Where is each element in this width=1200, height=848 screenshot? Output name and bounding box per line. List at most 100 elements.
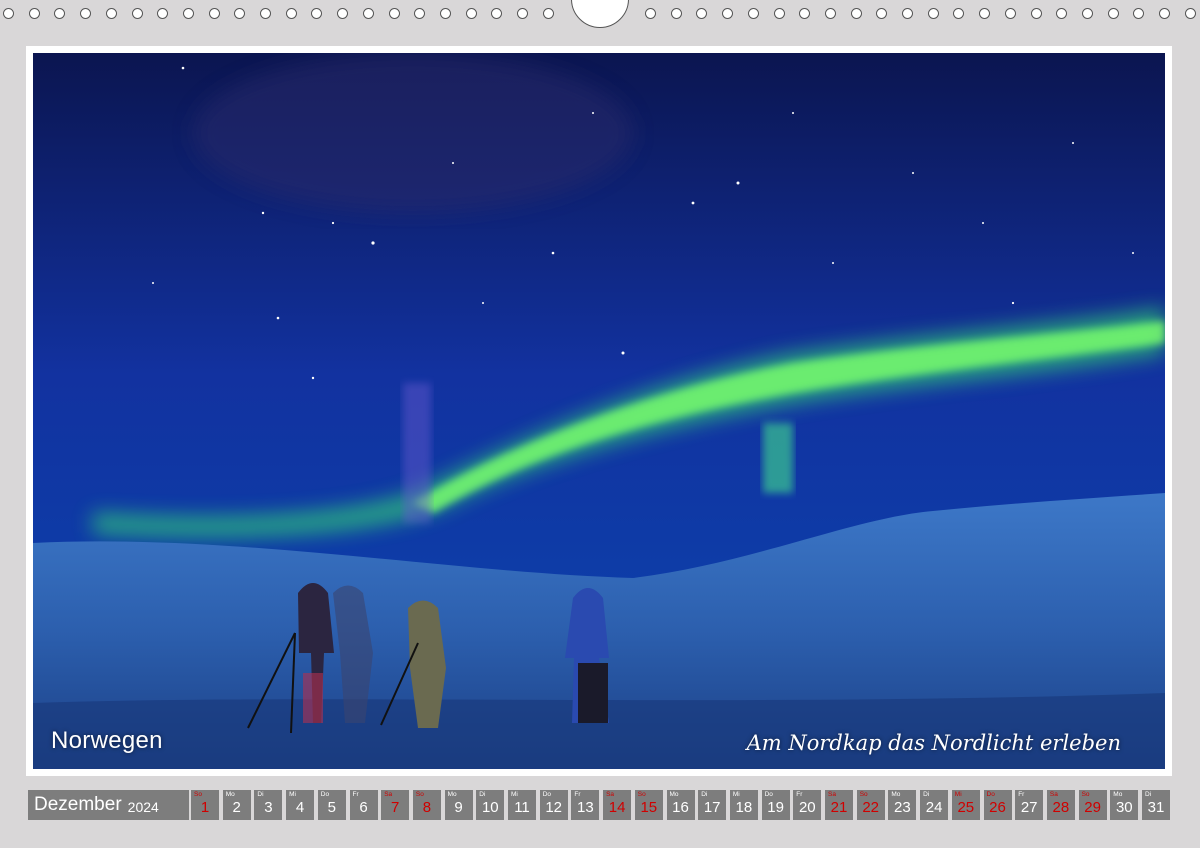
binding-ring <box>337 8 349 19</box>
day-weekday: So <box>859 791 868 798</box>
day-weekday: Mi <box>511 791 518 798</box>
day-number: 10 <box>481 799 499 816</box>
binding-ring <box>799 8 811 19</box>
day-number: 2 <box>232 799 241 816</box>
aurora-photo: Norwegen Am Nordkap das Nordlicht erlebe… <box>33 53 1165 769</box>
day-weekday: Di <box>479 791 486 798</box>
day-weekday: Do <box>542 791 551 798</box>
binding-ring <box>1107 8 1119 19</box>
binding-ring <box>876 8 888 19</box>
calendar-day: Sa 7 <box>381 790 410 820</box>
binding-ring <box>542 8 554 19</box>
calendar-day: Mo 9 <box>444 790 473 820</box>
day-weekday: Di <box>923 791 930 798</box>
day-number: 1 <box>200 799 210 816</box>
binding-ring <box>850 8 862 19</box>
calendar-day: Fr 6 <box>349 790 378 820</box>
caption-country: Norwegen <box>51 727 163 754</box>
day-number: 9 <box>454 799 463 816</box>
caption-title: Am Nordkap das Nordlicht erleben <box>746 731 1121 755</box>
month-year: 2024 <box>127 798 159 815</box>
day-number: 25 <box>957 799 975 816</box>
binding-ring <box>1081 8 1093 19</box>
calendar-day: Fr 27 <box>1015 790 1044 820</box>
binding-ring <box>285 8 297 19</box>
day-weekday: Di <box>1145 791 1152 798</box>
calendar-day: Mi 4 <box>286 790 315 820</box>
binding-ring <box>1159 8 1170 19</box>
binding-ring <box>1004 8 1016 19</box>
day-weekday: Sa <box>606 791 615 798</box>
day-number: 16 <box>672 799 689 816</box>
day-weekday: So <box>1081 791 1090 798</box>
binding-ring <box>491 8 503 19</box>
binding-ring <box>362 8 374 19</box>
month-name: Dezember <box>34 794 122 815</box>
day-number: 23 <box>894 799 911 816</box>
calendar-strip: Dezember 2024 So 1 Mo 2 Di 3 Mi 4 Do 5 Fr 6 Sa 7 So 8 Mo… <box>28 790 1172 820</box>
binding-ring <box>414 8 426 19</box>
binding-ring <box>979 8 991 19</box>
binding-ring <box>824 8 836 19</box>
day-number: 11 <box>514 799 530 816</box>
day-weekday: Do <box>764 791 773 798</box>
day-number: 6 <box>359 799 368 816</box>
day-number: 21 <box>830 799 848 816</box>
day-number: 17 <box>703 799 721 816</box>
day-weekday: So <box>415 791 424 798</box>
calendar-day: Sa 14 <box>603 790 632 820</box>
day-weekday: So <box>194 791 202 798</box>
hanger-hole <box>571 0 629 28</box>
day-weekday: Mi <box>289 791 296 798</box>
calendar-day: So 8 <box>412 790 441 820</box>
day-number: 13 <box>577 799 594 816</box>
aurora-illustration <box>33 53 1165 769</box>
calendar-day: Fr 20 <box>793 790 822 820</box>
calendar-day: Fr 13 <box>571 790 600 820</box>
day-weekday: Sa <box>1049 791 1058 798</box>
binding-ring <box>388 8 400 19</box>
photo-frame: Norwegen Am Nordkap das Nordlicht erlebe… <box>26 46 1172 776</box>
day-weekday: Fr <box>796 791 803 798</box>
calendar-day: Di 3 <box>254 790 283 820</box>
day-number: 31 <box>1147 799 1165 816</box>
calendar-day: So 1 <box>191 790 219 820</box>
day-weekday: Di <box>701 791 708 798</box>
binding-ring <box>696 8 708 19</box>
calendar-day: Do 5 <box>317 790 346 820</box>
binding-ring <box>131 8 143 19</box>
binding-ring <box>773 8 785 19</box>
day-weekday: Mo <box>669 791 679 798</box>
day-weekday: So <box>637 791 646 798</box>
month-label: Dezember 2024 <box>28 790 189 820</box>
calendar-day: Sa 21 <box>825 790 853 820</box>
day-weekday: Mo <box>447 791 457 798</box>
day-number: 20 <box>798 799 816 816</box>
calendar-day: So 29 <box>1078 790 1107 820</box>
binding-ring <box>927 8 939 19</box>
binding-ring <box>157 8 169 19</box>
binding-ring <box>182 8 194 19</box>
day-number: 8 <box>422 799 432 816</box>
day-weekday: Mo <box>1113 791 1123 798</box>
binding-rings <box>0 0 1200 30</box>
day-weekday: Do <box>986 791 995 798</box>
binding-ring <box>465 8 477 19</box>
binding-ring <box>28 8 40 19</box>
day-weekday: Do <box>320 791 330 798</box>
day-number: 5 <box>327 799 336 816</box>
day-number: 18 <box>735 799 753 816</box>
day-number: 24 <box>925 799 943 816</box>
day-weekday: Fr <box>352 791 359 798</box>
calendar-day: Di 24 <box>920 790 949 820</box>
calendar-day: So 22 <box>856 790 885 820</box>
calendar-day: Sa 28 <box>1046 790 1075 820</box>
calendar-day: Mi 25 <box>951 790 980 820</box>
day-number: 15 <box>640 799 658 816</box>
calendar-day: Do 12 <box>539 790 568 820</box>
day-number: 28 <box>1052 799 1070 816</box>
day-number: 3 <box>264 799 273 816</box>
day-number: 27 <box>1020 799 1038 816</box>
calendar-day: Mo 30 <box>1110 790 1139 820</box>
day-number: 7 <box>391 799 400 816</box>
